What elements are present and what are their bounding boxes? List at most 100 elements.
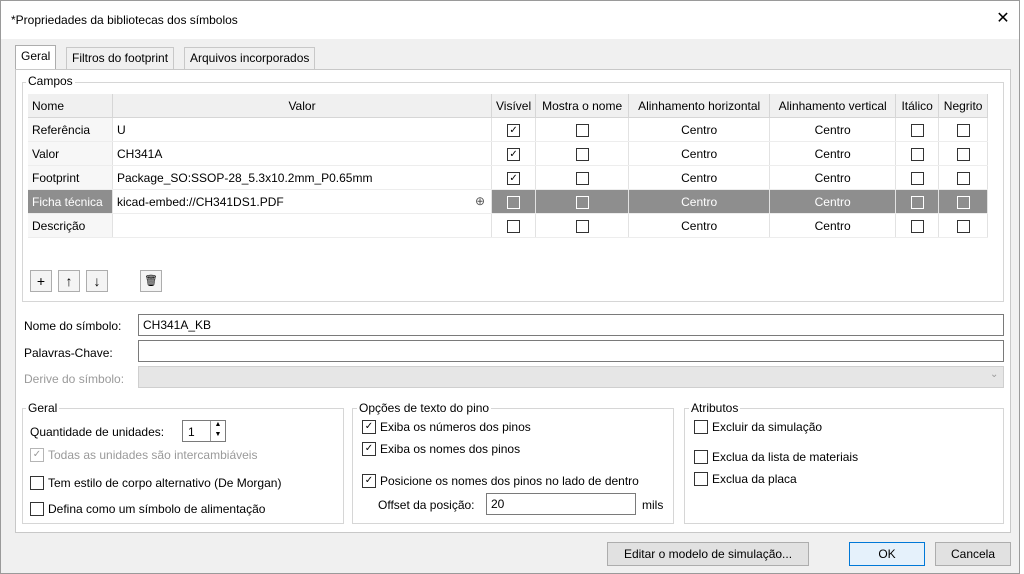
show-name-checkbox[interactable] (535, 165, 630, 190)
table-row[interactable]: Referência U ✓ Centro Centro (28, 117, 989, 142)
ok-button[interactable]: OK (849, 542, 925, 566)
offset-input[interactable]: 20 (486, 493, 636, 515)
checkbox-icon[interactable]: ✓ (507, 171, 521, 185)
col-header-visivel[interactable]: Visível (491, 94, 537, 118)
col-header-alinhamento-horizontal[interactable]: Alinhamento horizontal (628, 94, 771, 118)
checkbox-icon[interactable] (694, 450, 708, 464)
col-header-nome[interactable]: Nome (28, 94, 113, 118)
visible-checkbox[interactable]: ✓ (491, 117, 537, 142)
italic-checkbox[interactable] (895, 189, 940, 214)
visible-checkbox[interactable] (491, 189, 537, 214)
v-align-cell[interactable]: Centro (769, 141, 897, 166)
edit-simulation-model-button[interactable]: Editar o modelo de simulação... (607, 542, 809, 566)
table-row[interactable]: Ficha técnica kicad-embed://CH341DS1.PDF ⊕… (28, 189, 989, 214)
bold-checkbox[interactable] (938, 189, 989, 214)
globe-icon[interactable]: ⊕ (475, 194, 485, 208)
table-row[interactable]: Footprint Package_SO:SSOP-28_5.3x10.2mm_P… (28, 165, 989, 190)
col-header-mostra-nome[interactable]: Mostra o nome (535, 94, 630, 118)
table-row[interactable]: Descrição Centro Centro (28, 213, 989, 238)
exclude-board-checkbox[interactable]: Exclua da placa (694, 472, 797, 486)
v-align-cell[interactable]: Centro (769, 117, 897, 142)
bold-checkbox[interactable] (938, 141, 989, 166)
h-align-cell[interactable]: Centro (628, 189, 771, 214)
checkbox-icon[interactable]: ✓ (362, 474, 376, 488)
checkbox-icon[interactable] (910, 195, 924, 209)
checkbox-icon[interactable] (30, 476, 44, 490)
add-field-button[interactable]: + (30, 270, 52, 292)
checkbox-icon[interactable]: ✓ (507, 123, 521, 137)
v-align-cell[interactable]: Centro (769, 213, 897, 238)
checkbox-icon[interactable] (956, 123, 970, 137)
visible-checkbox[interactable]: ✓ (491, 165, 537, 190)
italic-checkbox[interactable] (895, 141, 940, 166)
checkbox-icon[interactable]: ✓ (507, 147, 521, 161)
bold-checkbox[interactable] (938, 213, 989, 238)
bold-checkbox[interactable] (938, 117, 989, 142)
italic-checkbox[interactable] (895, 117, 940, 142)
col-header-italico[interactable]: Itálico (895, 94, 940, 118)
checkbox-icon[interactable] (956, 147, 970, 161)
exclude-simulation-checkbox[interactable]: Excluir da simulação (694, 420, 822, 434)
field-name-cell[interactable]: Footprint (28, 165, 113, 190)
move-up-button[interactable]: ↑ (58, 270, 80, 292)
checkbox-icon[interactable] (575, 147, 589, 161)
v-align-cell[interactable]: Centro (769, 189, 897, 214)
h-align-cell[interactable]: Centro (628, 117, 771, 142)
field-value-cell[interactable] (112, 213, 492, 238)
show-name-checkbox[interactable] (535, 213, 630, 238)
field-name-cell[interactable]: Referência (28, 117, 113, 142)
checkbox-icon[interactable] (575, 219, 589, 233)
delete-field-button[interactable]: 🗑 (140, 270, 162, 292)
col-header-valor[interactable]: Valor (112, 94, 492, 118)
field-value-cell[interactable]: Package_SO:SSOP-28_5.3x10.2mm_P0.65mm (112, 165, 492, 190)
tab-geral[interactable]: Geral (15, 45, 57, 70)
move-down-button[interactable]: ↓ (86, 270, 108, 292)
show-name-checkbox[interactable] (535, 117, 630, 142)
spin-down-icon[interactable]: ▼ (210, 431, 225, 441)
keywords-input[interactable] (138, 340, 1004, 362)
checkbox-icon[interactable] (910, 147, 924, 161)
checkbox-icon[interactable] (694, 420, 708, 434)
field-value-cell[interactable]: kicad-embed://CH341DS1.PDF ⊕ (112, 189, 492, 214)
exclude-bom-checkbox[interactable]: Exclua da lista de materiais (694, 450, 858, 464)
power-symbol-checkbox[interactable]: Defina como um símbolo de alimentação (30, 502, 265, 516)
bold-checkbox[interactable] (938, 165, 989, 190)
checkbox-icon[interactable] (956, 171, 970, 185)
italic-checkbox[interactable] (895, 213, 940, 238)
checkbox-icon[interactable] (956, 195, 970, 209)
italic-checkbox[interactable] (895, 165, 940, 190)
tab-filtros-footprint[interactable]: Filtros do footprint (66, 47, 175, 69)
symbol-name-input[interactable]: CH341A_KB (138, 314, 1004, 336)
checkbox-icon[interactable] (910, 123, 924, 137)
h-align-cell[interactable]: Centro (628, 213, 771, 238)
field-name-cell[interactable]: Descrição (28, 213, 113, 238)
checkbox-icon[interactable] (575, 195, 589, 209)
h-align-cell[interactable]: Centro (628, 165, 771, 190)
pin-names-inside-checkbox[interactable]: ✓ Posicione os nomes dos pinos no lado d… (362, 474, 639, 488)
show-name-checkbox[interactable] (535, 141, 630, 166)
field-name-cell[interactable]: Ficha técnica (28, 189, 113, 214)
v-align-cell[interactable]: Centro (769, 165, 897, 190)
checkbox-icon[interactable]: ✓ (362, 442, 376, 456)
checkbox-icon[interactable] (575, 123, 589, 137)
checkbox-icon[interactable] (507, 195, 521, 209)
checkbox-icon[interactable] (30, 502, 44, 516)
checkbox-icon[interactable] (910, 171, 924, 185)
col-header-negrito[interactable]: Negrito (938, 94, 989, 118)
h-align-cell[interactable]: Centro (628, 141, 771, 166)
visible-checkbox[interactable]: ✓ (491, 141, 537, 166)
visible-checkbox[interactable] (491, 213, 537, 238)
fields-grid[interactable]: Nome Valor Visível Mostra o nome Alinham… (28, 94, 998, 244)
col-header-alinhamento-vertical[interactable]: Alinhamento vertical (769, 94, 897, 118)
field-value-cell[interactable]: CH341A (112, 141, 492, 166)
checkbox-icon[interactable] (956, 219, 970, 233)
checkbox-icon[interactable] (910, 219, 924, 233)
show-pin-numbers-checkbox[interactable]: ✓ Exiba os números dos pinos (362, 420, 531, 434)
checkbox-icon[interactable] (575, 171, 589, 185)
cancel-button[interactable]: Cancela (935, 542, 1011, 566)
demorgan-checkbox[interactable]: Tem estilo de corpo alternativo (De Morg… (30, 476, 281, 490)
units-spinner[interactable]: 1 ▲ ▼ (182, 420, 226, 442)
show-name-checkbox[interactable] (535, 189, 630, 214)
checkbox-icon[interactable] (694, 472, 708, 486)
spin-up-icon[interactable]: ▲ (210, 421, 225, 431)
